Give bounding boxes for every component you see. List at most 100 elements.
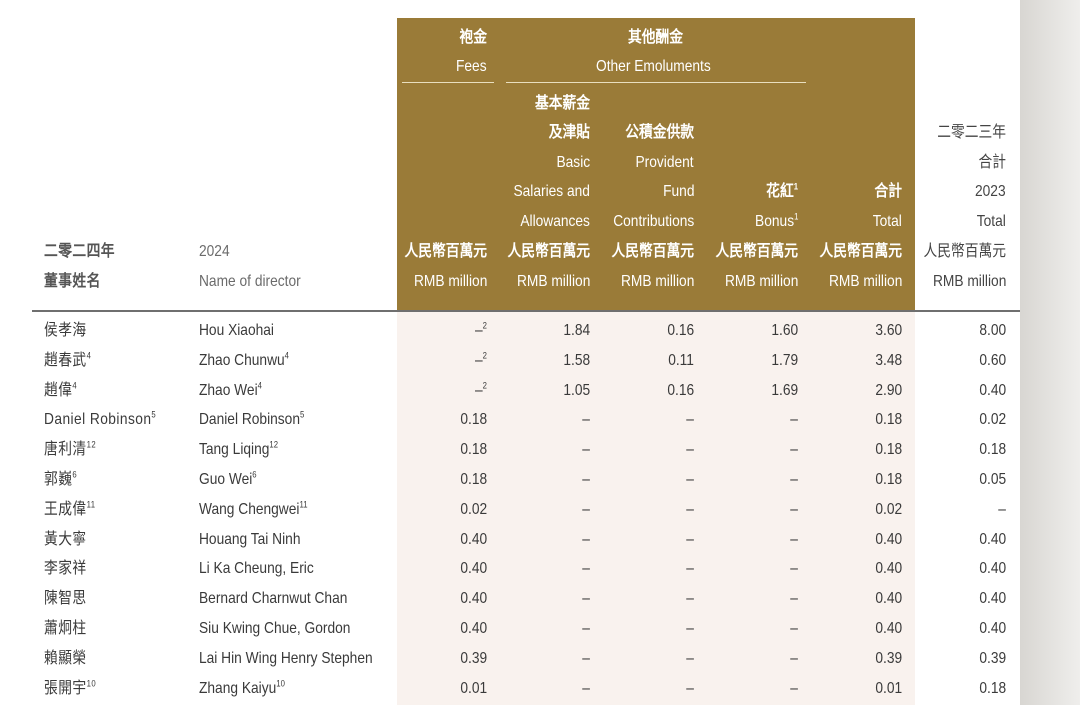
cell-bonus: – xyxy=(790,411,798,429)
unit-zh-prev: 人民幣百萬元 xyxy=(923,243,1006,260)
fees-header-zh: 袍金 xyxy=(459,29,487,46)
cell-pf: – xyxy=(686,500,694,518)
year-label-en: 2024 xyxy=(199,243,230,260)
cell-basic: – xyxy=(582,590,590,608)
cell-basic: 1.05 xyxy=(563,381,590,399)
director-name-zh: 黃大寧 xyxy=(44,530,87,548)
cell-total: 0.02 xyxy=(875,500,902,518)
director-name-en: Tang Liqing12 xyxy=(199,439,278,459)
director-name-en: Siu Kwing Chue, Gordon xyxy=(199,620,351,637)
cell-pf: – xyxy=(686,411,694,429)
cell-prev: 0.02 xyxy=(979,411,1006,429)
cell-fees: 0.40 xyxy=(460,530,487,548)
director-name-en: Zhang Kaiyu10 xyxy=(199,678,285,697)
prev-year-header-zh1: 二零二三年 xyxy=(937,124,1006,141)
cell-basic: 1.84 xyxy=(563,322,590,339)
basic-header-en1: Basic xyxy=(556,154,590,171)
director-name-zh: 侯孝海 xyxy=(44,322,87,339)
table-row: 王成偉11 Wang Chengwei11 0.02 – – – 0.02 – xyxy=(32,495,1020,525)
cell-bonus: 1.79 xyxy=(771,351,798,369)
cell-total: 0.18 xyxy=(875,411,902,429)
header-divider xyxy=(32,310,1020,312)
other-emoluments-header-en: Other Emoluments xyxy=(596,58,711,75)
cell-pf: – xyxy=(686,560,694,578)
cell-basic: 1.58 xyxy=(563,351,590,369)
year-label-zh: 二零二四年 xyxy=(44,243,115,260)
cell-bonus: – xyxy=(790,590,798,608)
fees-underline xyxy=(402,82,494,83)
unit-en-fees: RMB million xyxy=(413,273,487,290)
document-page: 袍金 Fees 其他酬金 Other Emoluments 基本薪金 及津貼 B… xyxy=(32,0,1020,705)
pf-header-en3: Contributions xyxy=(612,213,694,230)
cell-basic: – xyxy=(582,411,590,429)
cell-total: 2.90 xyxy=(875,381,902,399)
director-name-zh: 蕭炯柱 xyxy=(44,620,87,637)
cell-pf: – xyxy=(686,530,694,548)
table-row: Daniel Robinson5 Daniel Robinson5 0.18 – – – 0… xyxy=(32,405,1020,435)
cell-prev: 0.40 xyxy=(979,381,1006,399)
director-name-en: Zhao Chunwu4 xyxy=(199,350,289,369)
cell-fees: –2 xyxy=(475,380,487,399)
unit-zh-fees: 人民幣百萬元 xyxy=(404,243,487,260)
unit-en-prev: RMB million xyxy=(932,273,1006,290)
other-emoluments-header-zh: 其他酬金 xyxy=(628,29,684,46)
cell-basic: – xyxy=(582,620,590,637)
unit-zh-bonus: 人民幣百萬元 xyxy=(715,243,798,260)
table-row: 趙春武4 Zhao Chunwu4 –2 1.58 0.11 1.79 3.48 0.60 xyxy=(32,346,1020,376)
director-name-en: Zhao Wei4 xyxy=(199,380,262,399)
cell-bonus: – xyxy=(790,471,798,488)
prev-year-header-zh2: 合計 xyxy=(978,154,1006,171)
unit-zh-pf: 人民幣百萬元 xyxy=(611,243,694,260)
unit-zh-basic: 人民幣百萬元 xyxy=(507,243,590,260)
cell-basic: – xyxy=(582,679,590,697)
cell-total: 0.40 xyxy=(875,620,902,637)
cell-total: 0.40 xyxy=(875,530,902,548)
cell-bonus: – xyxy=(790,530,798,548)
pf-header-en2: Fund xyxy=(662,183,694,200)
director-name-zh: 趙春武4 xyxy=(44,350,92,369)
unit-en-pf: RMB million xyxy=(620,273,694,290)
cell-prev: 0.40 xyxy=(979,530,1006,548)
cell-bonus: – xyxy=(790,441,798,459)
cell-prev: 0.18 xyxy=(979,441,1006,459)
table-row: 郭巍6 Guo Wei6 0.18 – – – 0.18 0.05 xyxy=(32,465,1020,495)
cell-fees: –2 xyxy=(475,320,487,339)
director-name-zh: 王成偉11 xyxy=(44,499,96,518)
director-name-zh: 賴顯榮 xyxy=(44,649,87,667)
cell-total: 0.40 xyxy=(875,590,902,608)
director-name-en: Wang Chengwei11 xyxy=(199,499,308,518)
director-name-zh: 張開宇10 xyxy=(44,678,97,697)
cell-prev: 0.40 xyxy=(979,560,1006,578)
cell-bonus: 1.60 xyxy=(771,322,798,339)
cell-bonus: – xyxy=(790,679,798,697)
page-shadow-edge xyxy=(1020,0,1080,705)
director-name-zh: 郭巍6 xyxy=(44,469,78,488)
cell-pf: 0.16 xyxy=(667,322,694,339)
director-name-en: Bernard Charnwut Chan xyxy=(199,590,348,608)
director-name-en: Lai Hin Wing Henry Stephen xyxy=(199,649,373,667)
total-header-en: Total xyxy=(872,213,902,230)
cell-fees: 0.18 xyxy=(460,411,487,429)
cell-prev: 8.00 xyxy=(979,322,1006,339)
director-name-zh: 陳智思 xyxy=(44,590,87,608)
director-name-en: Daniel Robinson5 xyxy=(199,410,305,429)
director-name-zh: 趙偉4 xyxy=(44,380,78,399)
basic-header-en2: Salaries and xyxy=(513,183,590,200)
cell-prev: 0.05 xyxy=(979,471,1006,488)
cell-total: 0.18 xyxy=(875,471,902,488)
table-row: 侯孝海 Hou Xiaohai –2 1.84 0.16 1.60 3.60 8.00 xyxy=(32,316,1020,346)
cell-bonus: – xyxy=(790,649,798,667)
cell-total: 0.40 xyxy=(875,560,902,578)
prev-year-header-en1: 2023 xyxy=(975,183,1006,200)
cell-prev: – xyxy=(998,500,1006,518)
cell-total: 0.18 xyxy=(875,441,902,459)
cell-fees: 0.40 xyxy=(460,560,487,578)
cell-fees: 0.18 xyxy=(460,441,487,459)
cell-bonus: – xyxy=(790,560,798,578)
cell-prev: 0.39 xyxy=(979,649,1006,667)
cell-fees: 0.01 xyxy=(460,679,487,697)
fees-header-en: Fees xyxy=(456,58,487,75)
cell-pf: 0.11 xyxy=(668,351,694,369)
cell-bonus: – xyxy=(790,500,798,518)
cell-prev: 0.18 xyxy=(979,679,1006,697)
